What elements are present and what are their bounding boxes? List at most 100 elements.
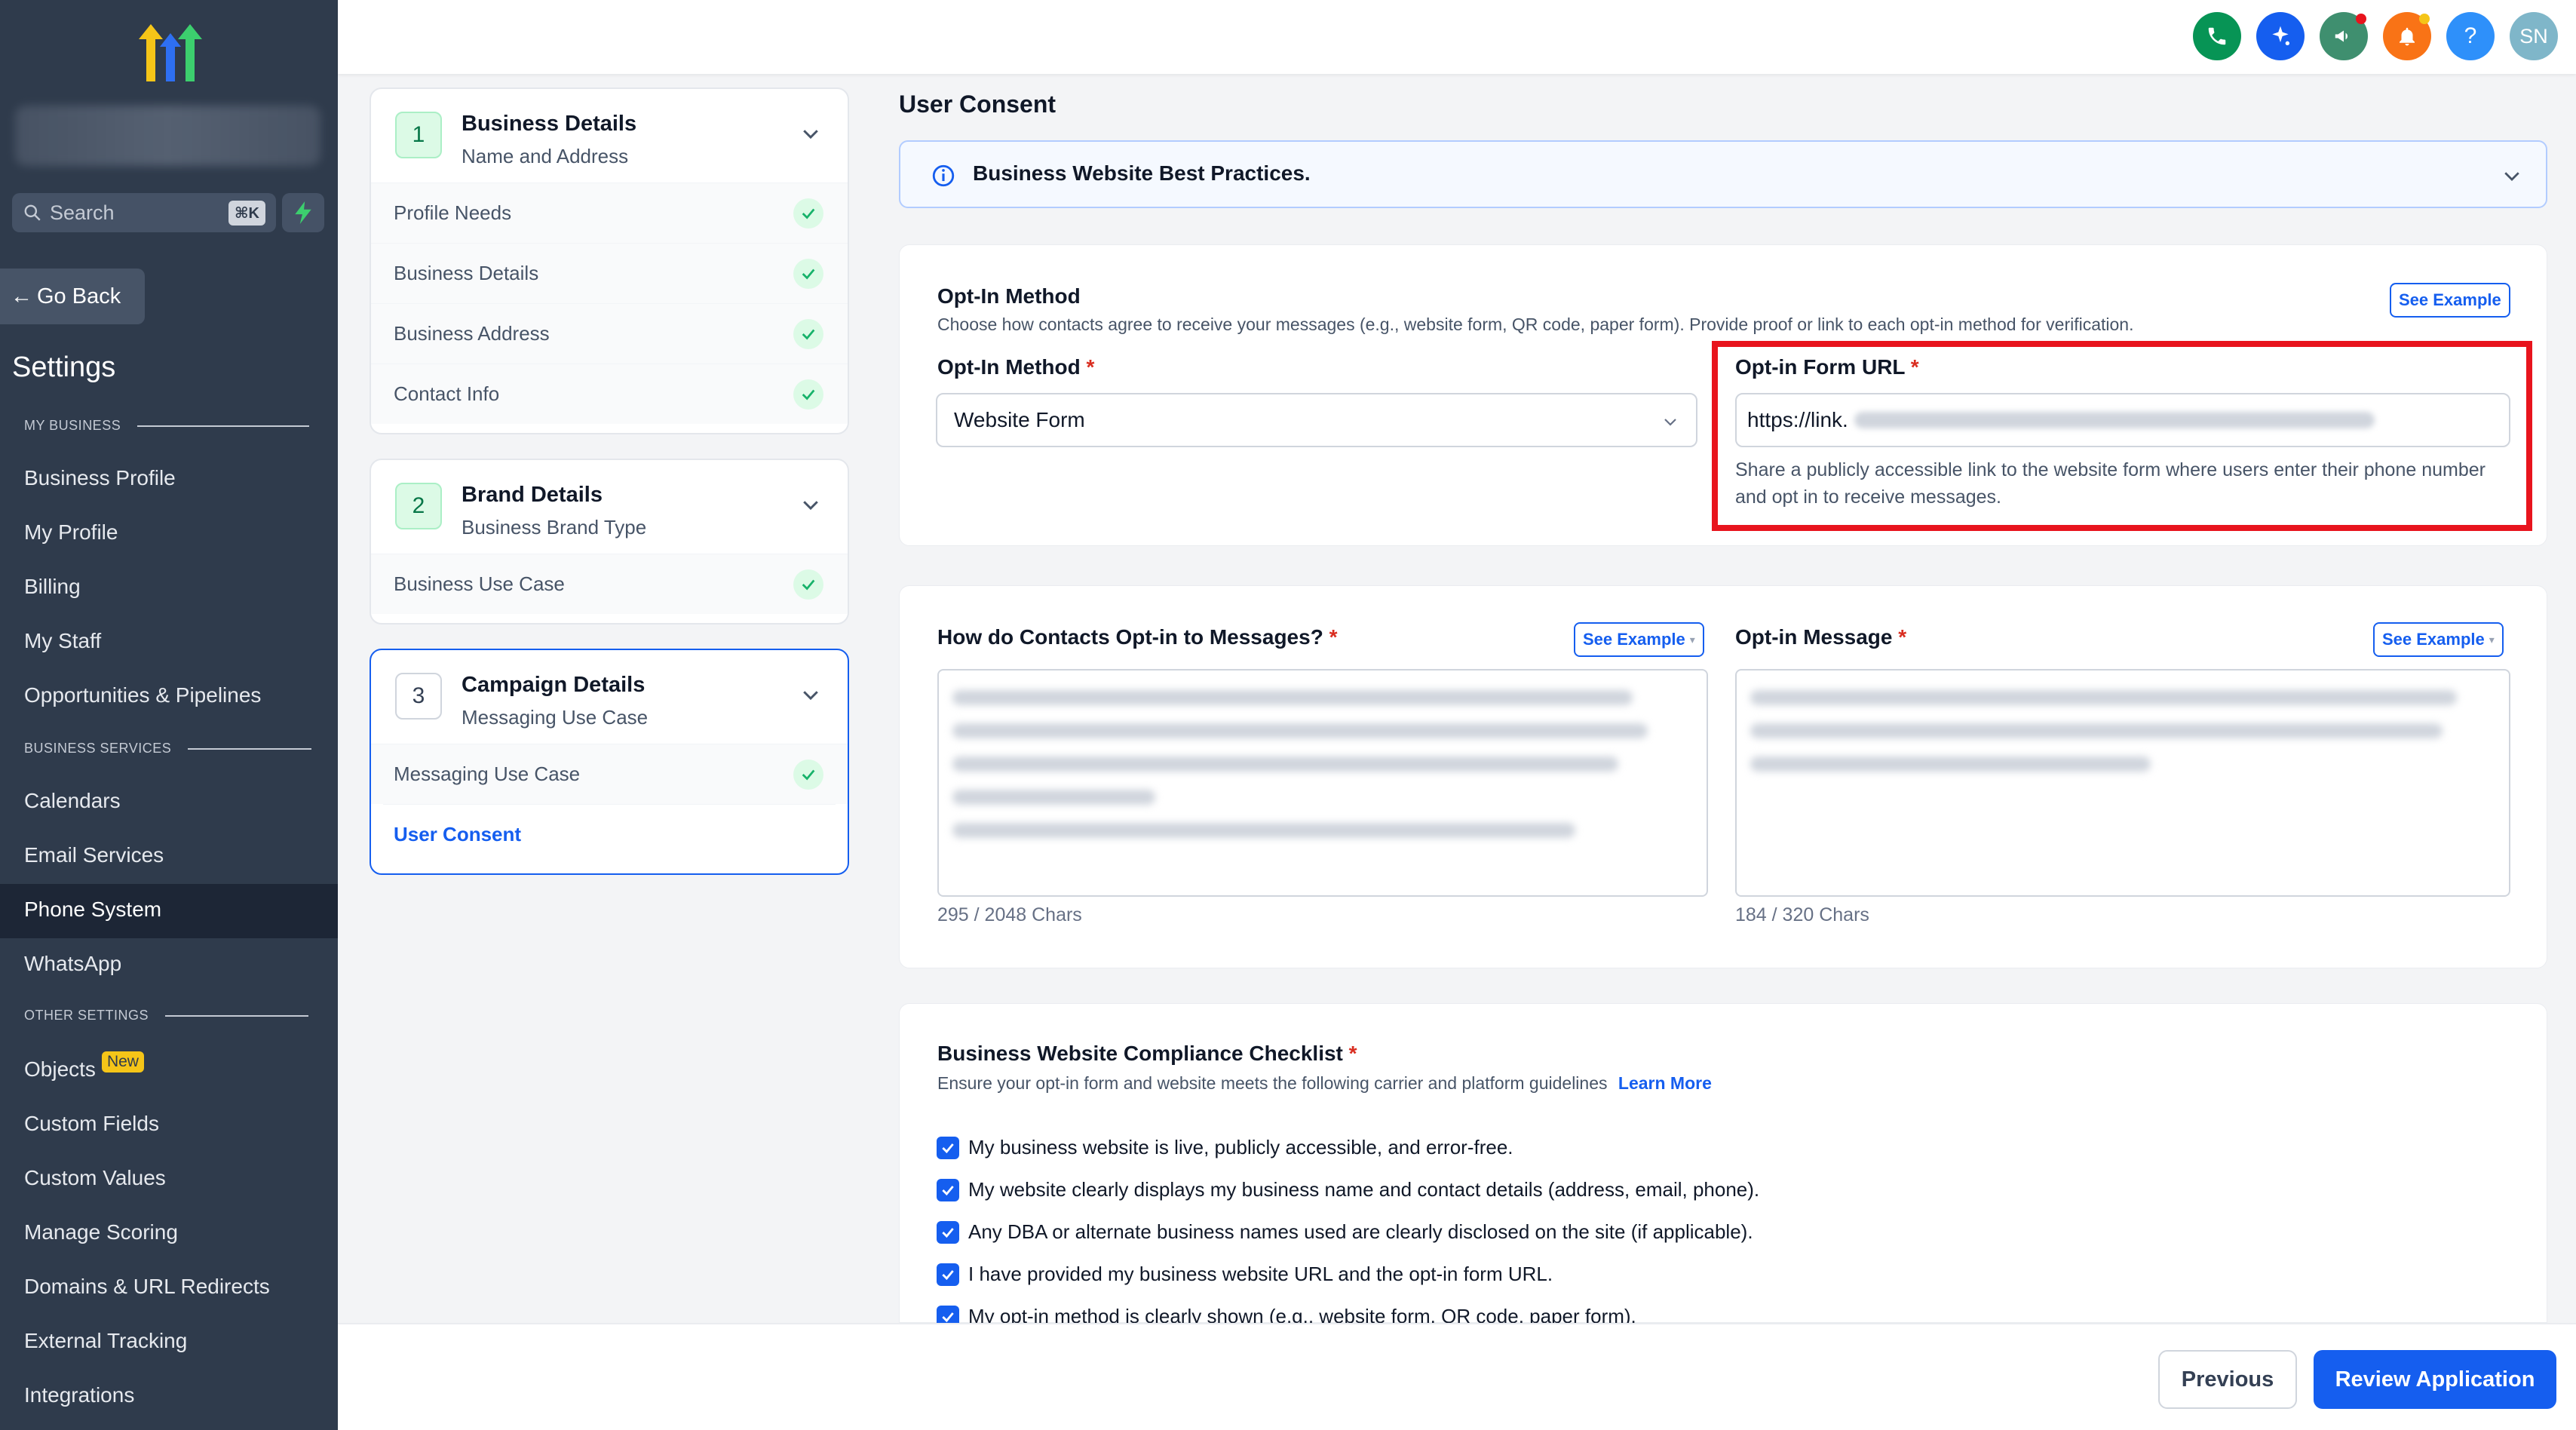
notification-dot — [2419, 14, 2430, 24]
checklist-title: Business Website Compliance Checklist * — [937, 1042, 1357, 1065]
step-subtitle: Business Brand Type — [462, 516, 647, 539]
see-example-button[interactable]: See Example — [2390, 283, 2510, 318]
chevron-down-icon[interactable] — [799, 493, 822, 516]
checkbox-checked-icon[interactable] — [937, 1136, 959, 1159]
sidebar-item-email-services[interactable]: Email Services — [24, 843, 164, 867]
check-icon — [793, 569, 823, 600]
sidebar-item-custom-fields[interactable]: Custom Fields — [24, 1112, 159, 1136]
check-icon — [793, 759, 823, 790]
sidebar-item-custom-values[interactable]: Custom Values — [24, 1166, 166, 1190]
checklist-item[interactable]: I have provided my business website URL … — [937, 1263, 1553, 1286]
checkbox-checked-icon[interactable] — [937, 1178, 959, 1201]
settings-title: Settings — [12, 351, 116, 383]
go-back-label: Go Back — [37, 284, 121, 308]
chevron-down-icon: ▾ — [2489, 633, 2495, 646]
section-other-settings: OTHER SETTINGS — [24, 1008, 309, 1023]
step-card-campaign-details: 3 Campaign Details Messaging Use Case Me… — [370, 649, 849, 875]
info-icon — [932, 164, 955, 187]
go-back-button[interactable]: ← Go Back — [0, 269, 145, 324]
sidebar: Search ⌘K ← Go Back Settings MY BUSINESS… — [0, 0, 338, 1430]
how-opt-in-counter: 295 / 2048 Chars — [937, 904, 1082, 925]
new-badge: New — [101, 1051, 144, 1072]
step-number: 2 — [395, 483, 442, 529]
see-example-dropdown[interactable]: See Example ▾ — [1574, 622, 1704, 657]
section-my-business: MY BUSINESS — [24, 418, 310, 434]
redacted-text — [952, 690, 1676, 856]
opt-in-section-desc: Choose how contacts agree to receive you… — [937, 315, 2134, 334]
sidebar-item-objects-label: Objects — [24, 1057, 96, 1081]
chevron-down-icon[interactable] — [2501, 164, 2523, 187]
account-switcher[interactable] — [15, 106, 320, 166]
step-title: Business Details — [462, 112, 637, 136]
step-card-brand-details: 2 Brand Details Business Brand Type Busi… — [370, 459, 849, 624]
quick-action-button[interactable] — [282, 193, 324, 232]
how-opt-in-textarea[interactable] — [937, 669, 1708, 897]
opt-in-method-value: Website Form — [954, 408, 1085, 431]
learn-more-link[interactable]: Learn More — [1618, 1073, 1712, 1093]
sidebar-item-billing[interactable]: Billing — [24, 575, 81, 599]
sidebar-item-my-staff[interactable]: My Staff — [24, 629, 101, 653]
sidebar-item-objects[interactable]: Objects New — [24, 1051, 144, 1082]
checklist-item[interactable]: My website clearly displays my business … — [937, 1178, 1759, 1201]
sparkle-icon[interactable] — [2256, 12, 2305, 60]
sidebar-item-domains[interactable]: Domains & URL Redirects — [24, 1275, 270, 1299]
check-icon — [793, 379, 823, 410]
chevron-down-icon[interactable] — [799, 122, 822, 145]
notification-dot — [2356, 14, 2366, 24]
phone-icon[interactable] — [2193, 12, 2241, 60]
bell-icon[interactable] — [2383, 12, 2431, 60]
redacted-text — [1750, 690, 2479, 790]
substep-business-use-case[interactable]: Business Use Case — [371, 554, 848, 614]
checklist-item[interactable]: My business website is live, publicly ac… — [937, 1136, 1513, 1159]
checkbox-checked-icon[interactable] — [937, 1220, 959, 1244]
opt-in-method-select[interactable]: Website Form — [936, 393, 1697, 447]
avatar[interactable]: SN — [2510, 12, 2558, 60]
sidebar-item-integrations[interactable]: Integrations — [24, 1383, 134, 1407]
sidebar-item-manage-scoring[interactable]: Manage Scoring — [24, 1220, 178, 1244]
step-card-business-details: 1 Business Details Name and Address Prof… — [370, 87, 849, 434]
opt-in-message-label: Opt-in Message * — [1735, 625, 1907, 649]
sidebar-item-calendars[interactable]: Calendars — [24, 789, 121, 813]
chevron-down-icon: ▾ — [1689, 633, 1695, 646]
sidebar-item-whatsapp[interactable]: WhatsApp — [24, 952, 121, 976]
opt-in-messages-panel: How do Contacts Opt-in to Messages? * Se… — [899, 585, 2547, 968]
step-header[interactable]: 1 Business Details Name and Address — [371, 89, 848, 183]
sidebar-item-phone-system[interactable]: Phone System — [24, 898, 161, 922]
checklist-item[interactable]: Any DBA or alternate business names used… — [937, 1220, 1753, 1244]
substep-user-consent[interactable]: User Consent — [383, 804, 836, 864]
substep-contact-info[interactable]: Contact Info — [371, 364, 848, 424]
previous-button[interactable]: Previous — [2158, 1350, 2297, 1409]
arrow-left-icon: ← — [11, 284, 32, 308]
megaphone-icon[interactable] — [2320, 12, 2368, 60]
page-title: User Consent — [899, 91, 1056, 118]
substep-profile-needs[interactable]: Profile Needs — [371, 183, 848, 243]
search-placeholder: Search — [50, 201, 115, 224]
sidebar-item-my-profile[interactable]: My Profile — [24, 520, 118, 545]
sidebar-item-opportunities[interactable]: Opportunities & Pipelines — [24, 683, 261, 707]
search-shortcut: ⌘K — [228, 201, 265, 226]
step-title: Brand Details — [462, 483, 603, 507]
opt-in-method-label: Opt-In Method * — [937, 355, 1095, 379]
opt-in-message-textarea[interactable] — [1735, 669, 2510, 897]
checkbox-checked-icon[interactable] — [937, 1263, 959, 1286]
sidebar-item-business-profile[interactable]: Business Profile — [24, 466, 176, 490]
check-icon — [793, 259, 823, 289]
step-subtitle: Name and Address — [462, 145, 629, 167]
review-application-button[interactable]: Review Application — [2314, 1350, 2556, 1409]
substep-business-address[interactable]: Business Address — [371, 303, 848, 364]
section-business-services: BUSINESS SERVICES — [24, 741, 312, 756]
substep-messaging-use-case[interactable]: Messaging Use Case — [371, 744, 848, 804]
sidebar-item-external-tracking[interactable]: External Tracking — [24, 1329, 187, 1353]
step-number: 3 — [395, 673, 442, 720]
help-icon[interactable]: ? — [2446, 12, 2495, 60]
step-title: Campaign Details — [462, 673, 646, 697]
app-logo-icon[interactable] — [133, 21, 208, 84]
substep-business-details[interactable]: Business Details — [371, 243, 848, 303]
search-input[interactable]: Search ⌘K — [12, 193, 276, 232]
checklist-desc: Ensure your opt-in form and website meet… — [937, 1073, 1712, 1093]
step-header[interactable]: 2 Brand Details Business Brand Type — [371, 460, 848, 554]
step-header[interactable]: 3 Campaign Details Messaging Use Case — [371, 650, 848, 744]
see-example-dropdown[interactable]: See Example ▾ — [2373, 622, 2504, 657]
info-banner[interactable]: Business Website Best Practices. — [899, 140, 2547, 208]
chevron-down-icon[interactable] — [799, 683, 822, 706]
